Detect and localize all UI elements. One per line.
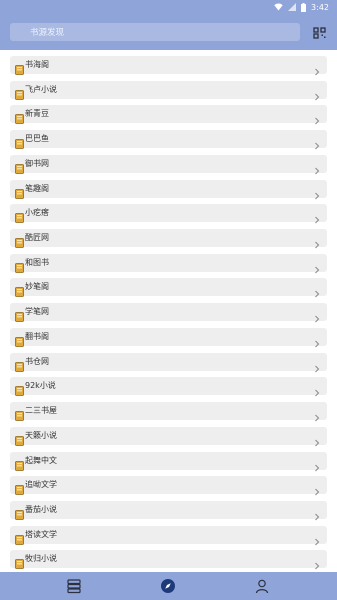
book-icon [15,184,24,199]
source-name: 书海阁 [25,60,49,69]
chevron-right-icon [314,234,320,249]
book-icon [15,60,24,75]
battery-icon [301,2,307,12]
chevron-right-icon [314,333,320,348]
book-icon [15,258,24,273]
chevron-right-icon [314,86,320,101]
status-time: 3:42 [311,2,329,12]
chevron-right-icon [314,259,320,274]
chevron-right-icon [314,110,320,125]
source-row[interactable]: 巴巴鱼 [10,130,327,150]
source-name: 新青豆 [25,109,49,119]
book-icon [15,480,24,496]
book-icon [15,109,24,125]
source-row[interactable]: 妙笔阁 [10,278,327,298]
book-icon [15,381,24,397]
source-row[interactable]: 起舞中文 [10,451,327,471]
source-row[interactable]: 飞卢小说 [10,80,327,101]
source-row[interactable]: 书海阁 [10,56,327,76]
source-row[interactable]: 牧归小说 [10,550,327,570]
source-name: 巴巴鱼 [25,134,49,144]
source-row[interactable]: 塔读文学 [10,525,327,546]
source-name: 二三书屋 [25,406,57,416]
source-name: 92k小说 [25,381,56,391]
top-bar: 书源发现 [0,14,337,50]
source-name: 番茄小说 [25,504,57,514]
source-row[interactable]: 学笔网 [10,303,327,323]
chevron-right-icon [314,382,320,397]
source-row[interactable]: 书仓网 [10,352,327,372]
source-row[interactable]: 新青豆 [10,105,327,125]
chevron-right-icon [314,61,320,76]
source-row[interactable]: 92k小说 [10,377,327,397]
signal-icon [288,3,297,11]
source-row[interactable]: 小疙瘩 [10,204,327,224]
chevron-right-icon [314,358,320,372]
source-row[interactable]: 和图书 [10,253,327,274]
source-row[interactable]: 天籁小说 [10,426,327,447]
chevron-right-icon [314,135,320,150]
chevron-right-icon [314,308,320,323]
book-icon [15,357,24,372]
book-icon [15,159,24,174]
source-row[interactable]: 酷匠网 [10,229,327,249]
source-name: 笔趣阁 [25,183,49,193]
bottom-nav [0,572,337,600]
wifi-icon [274,3,283,11]
source-name: 御书网 [25,158,49,168]
book-icon [15,406,24,421]
book-icon [15,134,24,150]
source-row[interactable]: 翻书阁 [10,327,327,348]
book-icon [15,85,24,100]
chevron-right-icon [314,185,320,199]
book-icon [15,554,24,570]
source-name: 天籁小说 [25,430,57,440]
chevron-right-icon [314,209,320,224]
book-icon [15,282,24,298]
source-name: 牧归小说 [25,554,57,564]
source-row[interactable]: 追呦文学 [10,476,327,496]
chevron-right-icon [314,283,320,298]
chevron-right-icon [314,160,320,175]
book-icon [15,431,24,446]
chevron-right-icon [314,555,320,570]
profile-icon[interactable] [254,578,270,594]
chevron-right-icon [314,407,320,422]
bookshelf-icon[interactable] [66,578,82,594]
chevron-right-icon [314,481,320,496]
status-bar: 3:42 [0,0,337,14]
chevron-right-icon [314,457,320,471]
chevron-right-icon [314,432,320,447]
source-name: 飞卢小说 [25,84,57,94]
qr-scan-icon[interactable] [313,25,327,39]
source-row[interactable]: 御书网 [10,154,327,175]
book-icon [15,456,24,471]
source-row[interactable]: 笔趣阁 [10,179,327,199]
source-name: 翻书阁 [25,331,49,341]
source-name: 起舞中文 [25,455,57,465]
source-name: 小疙瘩 [25,208,49,218]
source-name: 妙笔阁 [25,282,49,292]
chevron-right-icon [314,531,320,546]
source-name: 学笔网 [25,307,49,317]
search-placeholder: 书源发现 [30,28,65,38]
book-icon [15,208,24,224]
book-icon [15,530,24,545]
source-name: 书仓网 [25,356,49,366]
source-name: 追呦文学 [25,480,57,490]
book-icon [15,332,24,347]
book-icon [15,233,24,248]
book-icon [15,307,24,323]
source-name: 塔读文学 [25,529,57,539]
book-icon [15,505,24,520]
source-name: 酷匠网 [25,233,49,243]
chevron-right-icon [314,506,320,521]
book-source-list: 书海阁飞卢小说新青豆巴巴鱼御书网笔趣阁小疙瘩酷匠网和图书妙笔阁学笔网翻书阁书仓网… [0,50,337,572]
discover-compass-icon[interactable] [160,578,176,594]
search-input[interactable]: 书源发现 [10,23,300,41]
source-name: 和图书 [25,257,49,267]
source-row[interactable]: 番茄小说 [10,500,327,521]
source-row[interactable]: 二三书屋 [10,402,327,422]
